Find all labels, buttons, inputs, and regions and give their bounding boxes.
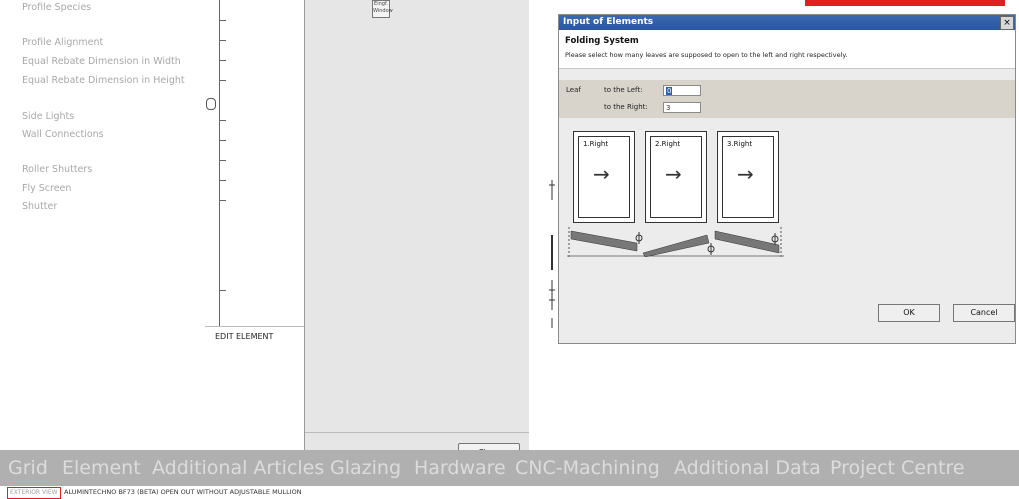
ruler-tick [219,160,226,161]
leaf-label: 2.Right [655,140,681,148]
dialog-title: Input of Elements [563,17,654,27]
sidebar: Profile Species Profile Alignment Equal … [0,0,205,450]
left-count-input[interactable]: 0 [663,85,701,96]
leaf-preview[interactable]: 2.Right → [645,131,707,223]
ruler-tick [219,80,226,81]
right-count-input[interactable]: 3 [663,102,701,113]
close-icon[interactable]: × [1000,16,1014,30]
window-type-icon[interactable]: Eingf. Window [372,0,393,18]
nav-item-hardware[interactable]: Hardware [414,457,506,479]
leaf-frame: 2.Right → [650,136,702,218]
sidebar-item-profile-alignment[interactable]: Profile Alignment [22,37,103,48]
nav-item-element[interactable]: Element [62,457,141,479]
leaf-label: 3.Right [727,140,753,148]
selection-highlight [805,0,1005,6]
exterior-view-badge[interactable]: EXTERIOR VIEW [7,487,61,499]
cancel-button[interactable]: Cancel [953,304,1015,322]
leaf-label: 1.Right [583,140,609,148]
dialog-divider [305,432,529,433]
leaf-frame: 3.Right → [722,136,774,218]
right-count-label: to the Right: [604,103,648,111]
nav-item-additional-data[interactable]: Additional Data [674,457,821,479]
edit-element-label: EDIT ELEMENT [215,332,274,341]
ruler-tick [219,180,226,181]
sidebar-item-side-lights[interactable]: Side Lights [22,111,74,122]
leaf-label: Leaf [566,86,581,94]
nav-item-cnc-machining[interactable]: CNC-Machining [515,457,660,479]
nav-item-additional-articles[interactable]: Additional Articles [152,457,324,479]
left-count-value: 0 [666,87,673,95]
status-text: ALUMINTECHNO BF73 (BETA) OPEN OUT WITHOU… [64,488,302,496]
ruler-tick [219,20,226,21]
sidebar-item-roller-shutters[interactable]: Roller Shutters [22,164,92,175]
ruler-tick [219,200,226,201]
edit-element-panel [205,326,305,451]
element-side-marks [549,180,555,328]
sidebar-item-profile-species[interactable]: Profile Species [22,2,91,13]
dialog-description: Please select how many leaves are suppos… [565,51,848,59]
dialog-title-bar[interactable]: Input of Elements [559,15,1015,30]
ruler-tick [219,290,226,291]
dimension-ruler [219,0,220,330]
nav-item-glazing[interactable]: Glazing [330,457,401,479]
sidebar-item-equal-rebate-width[interactable]: Equal Rebate Dimension in Width [22,56,181,67]
nav-item-grid[interactable]: Grid [8,457,48,479]
leaf-frame: 1.Right → [578,136,630,218]
ruler-tick [219,60,226,61]
ok-button[interactable]: OK [878,304,940,322]
ruler-tick [219,140,226,141]
leaf-preview[interactable]: 1.Right → [573,131,635,223]
sidebar-item-equal-rebate-height[interactable]: Equal Rebate Dimension in Height [22,75,185,86]
element-preview-dialog [304,0,531,462]
ruler-marker-icon [206,98,216,110]
sidebar-item-fly-screen[interactable]: Fly Screen [22,183,71,194]
left-count-label: to the Left: [604,86,643,94]
nav-item-project-centre[interactable]: Project Centre [830,457,965,479]
arrow-right-icon: → [593,162,610,186]
arrow-right-icon: → [665,162,682,186]
ruler-tick [219,40,226,41]
dialog-heading: Folding System [565,36,639,46]
sidebar-item-wall-connections[interactable]: Wall Connections [22,129,104,140]
leaf-preview[interactable]: 3.Right → [717,131,779,223]
ruler-tick [219,120,226,121]
sidebar-item-shutter[interactable]: Shutter [22,201,57,212]
folding-plan-diagram [567,227,784,257]
arrow-right-icon: → [737,162,754,186]
